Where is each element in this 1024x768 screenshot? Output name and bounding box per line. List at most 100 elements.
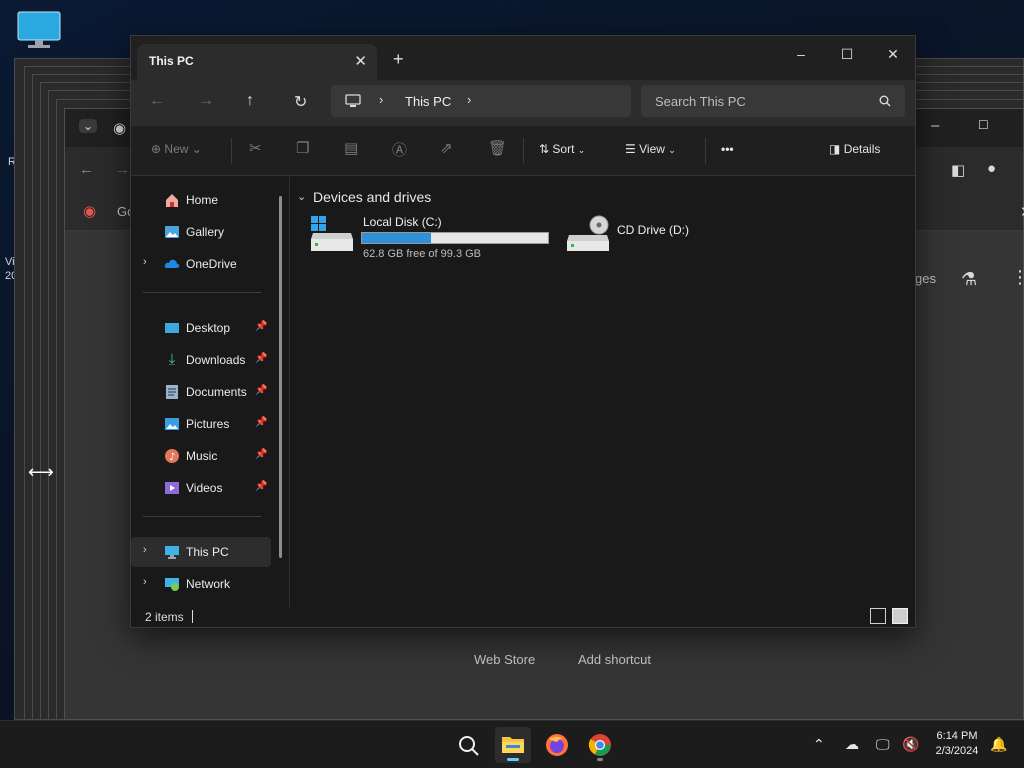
sidebar-scrollbar[interactable] <box>279 196 282 558</box>
drive-local-disk-c[interactable]: Local Disk (C:) 62.8 GB free of 99.3 GB <box>309 213 559 261</box>
sidebar-item-network[interactable]: › Network <box>131 569 271 599</box>
breadcrumb-this-pc[interactable]: This PC <box>405 94 451 109</box>
share-icon[interactable]: ⇗ <box>440 139 453 157</box>
tab-search-icon[interactable]: ⌄ <box>79 119 98 133</box>
volume-muted-icon[interactable]: 🔇 <box>902 736 919 753</box>
this-pc-desktop-icon[interactable] <box>16 10 62 50</box>
sidebar-item-home[interactable]: Home <box>131 185 271 215</box>
chevron-down-icon: ⌄ <box>668 145 676 155</box>
file-explorer-window[interactable]: This PC ✕ + – ☐ ✕ ← → ↑ ↻ › This PC › Se… <box>130 35 916 628</box>
cloud-offline-icon[interactable]: ☁ <box>845 736 859 753</box>
pin-icon[interactable]: 📌 <box>255 321 267 332</box>
new-label: New <box>164 142 189 156</box>
search-icon[interactable] <box>879 95 891 107</box>
sidebar-item-label: Network <box>186 577 231 591</box>
search-taskbar-button[interactable] <box>450 727 486 763</box>
sort-button[interactable]: ⇅ Sort ⌄ <box>539 142 585 156</box>
images-link[interactable]: ges <box>915 271 936 286</box>
sidebar-item-downloads[interactable]: ⤓ Downloads 📌 <box>131 345 271 375</box>
network-icon <box>165 578 179 591</box>
delete-icon[interactable]: 🗑 <box>488 139 507 157</box>
sidebar-item-label: Documents <box>186 385 247 399</box>
labs-icon[interactable]: ⚗ <box>961 269 977 290</box>
shortcut-add[interactable]: Add shortcut <box>578 652 651 667</box>
drive-free-space: 62.8 GB free of 99.3 GB <box>363 248 482 260</box>
status-separator <box>192 610 193 623</box>
chrome-taskbar-button[interactable] <box>582 727 618 763</box>
show-hidden-icons-chevron-icon[interactable]: ⌃ <box>813 736 825 753</box>
sidebar-item-label: OneDrive <box>186 257 237 271</box>
sidebar-item-documents[interactable]: Documents 📌 <box>131 377 271 407</box>
network-status-icon[interactable]: 🖵 <box>876 736 890 753</box>
sidebar-item-onedrive[interactable]: › OneDrive <box>131 249 271 279</box>
divider <box>143 292 261 293</box>
drive-cd-d[interactable]: CD Drive (D:) <box>565 213 735 261</box>
chevron-down-icon: ⌄ <box>577 145 586 155</box>
active-indicator <box>507 758 519 761</box>
apps-grid-icon[interactable]: ⋮⋮ <box>1011 267 1024 288</box>
shortcut-web-store[interactable]: Web Store <box>474 652 535 667</box>
drive-name: CD Drive (D:) <box>617 223 689 237</box>
chrome-tab-icon[interactable]: ◉ <box>113 119 126 137</box>
breadcrumb-chevron-icon[interactable]: › <box>467 92 471 107</box>
side-panel-icon[interactable]: ◧ <box>951 161 965 179</box>
file-explorer-taskbar-button[interactable] <box>495 727 531 763</box>
firefox-taskbar-button[interactable] <box>539 727 575 763</box>
expand-chevron-icon[interactable]: › <box>143 256 147 268</box>
more-options-button[interactable]: ••• <box>721 142 734 156</box>
profile-icon[interactable]: ● <box>987 160 996 177</box>
download-icon: ⤓ <box>168 351 176 368</box>
pin-icon[interactable]: 📌 <box>255 449 267 460</box>
back-icon[interactable]: ← <box>149 92 165 110</box>
details-button[interactable]: ◨ Details <box>829 142 880 156</box>
sidebar-item-music[interactable]: ♪ Music 📌 <box>131 441 271 471</box>
pin-icon[interactable]: 📌 <box>255 481 267 492</box>
notifications-bell-icon[interactable]: 🔔 <box>990 736 1007 753</box>
cut-icon[interactable]: ✂ <box>249 139 262 157</box>
paste-icon[interactable]: ▤ <box>344 139 358 157</box>
clock[interactable]: 6:14 PM 2/3/2024 <box>926 729 988 759</box>
minimize-icon[interactable]: – <box>781 42 821 66</box>
resize-cursor-icon: ⟷ <box>28 462 54 482</box>
collapse-chevron-icon[interactable]: ⌄ <box>297 190 306 203</box>
sidebar-item-this-pc[interactable]: › This PC <box>131 537 271 567</box>
details-view-icon[interactable] <box>870 608 886 624</box>
clock-time: 6:14 PM <box>936 730 978 742</box>
tab-this-pc[interactable]: This PC ✕ <box>137 44 377 80</box>
sidebar-item-label: Desktop <box>186 321 231 335</box>
pin-icon[interactable]: 📌 <box>255 385 267 396</box>
new-tab-icon[interactable]: + <box>393 50 404 68</box>
maximize-icon[interactable]: ☐ <box>978 118 989 132</box>
rename-icon[interactable]: Ⓐ <box>392 139 407 160</box>
pane-splitter[interactable] <box>289 177 290 607</box>
close-window-icon[interactable]: ✕ <box>873 42 913 66</box>
refresh-icon[interactable]: ↻ <box>294 92 307 112</box>
large-icons-view-icon[interactable] <box>892 608 908 624</box>
new-button[interactable]: ⊕ New ⌄ <box>151 142 202 156</box>
expand-chevron-icon[interactable]: › <box>143 576 147 588</box>
sidebar-item-gallery[interactable]: Gallery <box>131 217 271 247</box>
close-tab-icon[interactable]: ✕ <box>354 52 367 70</box>
up-icon[interactable]: ↑ <box>246 92 254 110</box>
sidebar-item-pictures[interactable]: Pictures 📌 <box>131 409 271 439</box>
close-icon[interactable]: ✕ <box>1020 203 1024 221</box>
forward-icon[interactable]: → <box>115 161 130 178</box>
search-box[interactable]: Search This PC <box>641 85 905 117</box>
section-title[interactable]: Devices and drives <box>313 189 431 205</box>
pin-icon[interactable]: 📌 <box>255 353 267 364</box>
forward-icon[interactable]: → <box>198 92 214 110</box>
sidebar-item-videos[interactable]: Videos 📌 <box>131 473 271 503</box>
maximize-icon[interactable]: ☐ <box>827 42 867 66</box>
sidebar-item-desktop[interactable]: Desktop 📌 <box>131 313 271 343</box>
back-icon[interactable]: ← <box>79 161 94 178</box>
pin-icon[interactable]: 📌 <box>255 417 267 428</box>
expand-chevron-icon[interactable]: › <box>143 544 147 556</box>
clock-date: 2/3/2024 <box>935 745 979 757</box>
firefox-icon <box>546 734 568 756</box>
address-bar[interactable]: › This PC › <box>331 85 631 117</box>
view-button[interactable]: ☰ View ⌄ <box>625 142 676 156</box>
google-icon[interactable]: ◉ <box>83 202 96 220</box>
minimize-icon[interactable]: – <box>931 117 939 134</box>
breadcrumb-chevron-icon[interactable]: › <box>379 92 383 107</box>
copy-icon[interactable]: ❐ <box>296 139 309 157</box>
